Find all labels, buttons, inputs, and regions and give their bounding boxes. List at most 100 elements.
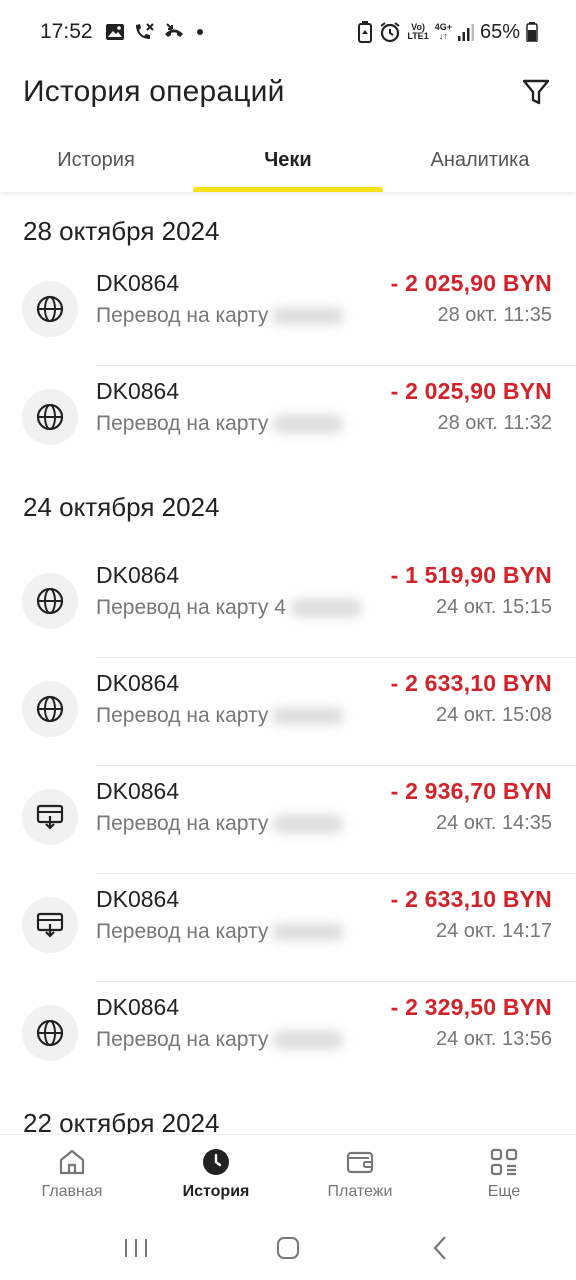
globe-icon	[22, 389, 78, 445]
battery-saver-icon	[357, 21, 373, 43]
list-item[interactable]: DK0864 Перевод на карту 4 - 1 519,90 BYN…	[0, 550, 576, 658]
nav-home[interactable]: Главная	[0, 1135, 144, 1217]
home-system-icon	[277, 1237, 299, 1259]
screen: 17:52 Vo) LTE1 4G+ ↓↑ 65% История операц…	[0, 0, 576, 1280]
missed-call-icon	[133, 22, 155, 42]
operation-description-text: Перевод на карту	[96, 704, 269, 727]
operation-description-text: Перевод на карту	[96, 1028, 269, 1051]
operation-amount: - 2 025,90 BYN	[390, 270, 552, 296]
masked-card-number	[272, 415, 345, 434]
globe-icon	[22, 573, 78, 629]
battery-icon	[526, 22, 538, 42]
nav-history[interactable]: История	[144, 1135, 288, 1217]
tab-receipts[interactable]: Чеки	[192, 128, 384, 192]
list-item[interactable]: DK0864 Перевод на карту - 2 025,90 BYN 2…	[0, 366, 576, 474]
gallery-icon	[105, 23, 125, 41]
nav-more-label: Еще	[487, 1183, 521, 1200]
operation-time: 24 окт. 13:56	[435, 1028, 552, 1050]
system-navigation	[0, 1216, 576, 1280]
volte-icon: Vo) LTE1	[407, 23, 428, 41]
date-header: 24 октября 2024	[23, 492, 220, 522]
operation-amount: - 2 633,10 BYN	[390, 886, 552, 912]
list-item[interactable]: DK0864 Перевод на карту - 2 329,50 BYN 2…	[0, 982, 576, 1090]
app-header: История операций	[0, 64, 576, 120]
operation-title: DK0864	[96, 670, 180, 696]
filter-icon	[522, 79, 550, 105]
grid-icon	[490, 1148, 518, 1176]
nav-history-label: История	[182, 1183, 250, 1200]
home-system-button[interactable]	[264, 1224, 312, 1272]
operation-amount: - 2 329,50 BYN	[390, 994, 552, 1020]
bottom-navigation: Главная История Платежи Еще	[0, 1134, 576, 1217]
page-title: История операций	[23, 75, 285, 108]
masked-card-number	[289, 599, 362, 618]
status-bar-right: Vo) LTE1 4G+ ↓↑ 65%	[357, 21, 538, 44]
globe-icon	[22, 681, 78, 737]
masked-card-number	[272, 307, 345, 326]
operations-list[interactable]: 28 октября 2024 DK0864 Перевод на карту …	[0, 192, 576, 1134]
operation-amount: - 2 936,70 BYN	[390, 778, 552, 804]
operation-description: Перевод на карту 4	[96, 596, 362, 620]
operation-description-text: Перевод на карту	[96, 812, 269, 835]
list-item[interactable]: DK0864 Перевод на карту - 2 633,10 BYN 2…	[0, 658, 576, 766]
operation-description-text: Перевод на карту	[96, 304, 269, 327]
data-type-label: 4G+	[434, 22, 452, 32]
date-header: 22 октября 2024	[23, 1108, 220, 1134]
operation-amount: - 2 025,90 BYN	[390, 378, 552, 404]
operation-description-text: Перевод на карту 4	[96, 596, 286, 619]
operation-amount: - 1 519,90 BYN	[390, 562, 552, 588]
date-header: 28 октября 2024	[23, 216, 220, 246]
operation-description: Перевод на карту	[96, 1028, 345, 1052]
operation-time: 24 окт. 15:08	[435, 704, 552, 726]
nav-home-label: Главная	[41, 1183, 103, 1200]
globe-icon	[22, 281, 78, 337]
nav-payments-label: Платежи	[327, 1183, 393, 1200]
status-time: 17:52	[40, 20, 93, 43]
list-item[interactable]: DK0864 Перевод на карту - 2 936,70 BYN 2…	[0, 766, 576, 874]
operation-time: 24 окт. 14:17	[435, 920, 552, 942]
clock-icon	[203, 1149, 229, 1175]
masked-card-number	[272, 923, 345, 942]
call-end-icon	[163, 22, 185, 42]
tab-history[interactable]: История	[0, 128, 192, 192]
data-icon: 4G+ ↓↑	[434, 22, 452, 41]
operation-title: DK0864	[96, 270, 180, 296]
tab-bar: История Чеки Аналитика	[0, 128, 576, 192]
recents-icon	[125, 1239, 147, 1257]
status-bar-left: 17:52	[40, 20, 203, 44]
operation-description: Перевод на карту	[96, 704, 345, 728]
operation-amount: - 2 633,10 BYN	[390, 670, 552, 696]
masked-card-number	[272, 1031, 345, 1050]
recents-button[interactable]	[112, 1224, 160, 1272]
operation-title: DK0864	[96, 378, 180, 404]
back-icon	[433, 1236, 446, 1260]
operation-time: 28 окт. 11:35	[437, 304, 552, 326]
operation-description: Перевод на карту	[96, 304, 345, 328]
operation-title: DK0864	[96, 886, 180, 912]
list-item[interactable]: DK0864 Перевод на карту - 2 025,90 BYN 2…	[0, 258, 576, 366]
globe-icon	[22, 1005, 78, 1061]
filter-button[interactable]	[516, 72, 556, 112]
operation-description-text: Перевод на карту	[96, 412, 269, 435]
operation-description-text: Перевод на карту	[96, 920, 269, 943]
tab-analytics[interactable]: Аналитика	[384, 128, 576, 192]
operation-title: DK0864	[96, 994, 180, 1020]
masked-card-number	[272, 815, 345, 834]
operation-description: Перевод на карту	[96, 920, 345, 944]
list-item[interactable]: DK0864 Перевод на карту - 2 633,10 BYN 2…	[0, 874, 576, 982]
home-icon	[59, 1149, 85, 1175]
back-button[interactable]	[416, 1224, 464, 1272]
status-bar: 17:52 Vo) LTE1 4G+ ↓↑ 65%	[0, 0, 576, 64]
withdraw-icon	[22, 789, 78, 845]
operation-time: 24 окт. 15:15	[435, 596, 552, 618]
operation-description: Перевод на карту	[96, 812, 345, 836]
nav-payments[interactable]: Платежи	[288, 1135, 432, 1217]
operation-time: 28 окт. 11:32	[437, 412, 552, 434]
masked-card-number	[272, 707, 345, 726]
operation-title: DK0864	[96, 562, 180, 588]
notification-dot-icon	[196, 29, 203, 35]
lte-label: LTE1	[407, 31, 429, 41]
signal-icon	[457, 23, 474, 41]
alarm-icon	[379, 21, 401, 43]
nav-more[interactable]: Еще	[432, 1135, 576, 1217]
